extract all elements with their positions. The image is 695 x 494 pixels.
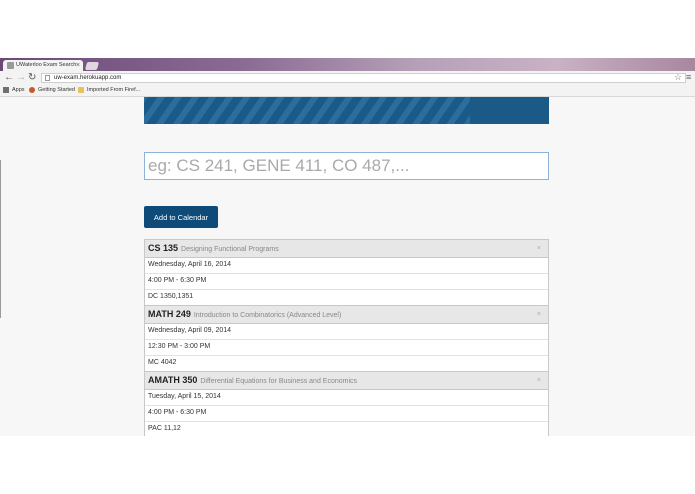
bookmarks-bar: Apps Getting Started Imported From Firef… [0,85,695,97]
exam-date: Wednesday, April 16, 2014 [145,258,548,274]
menu-icon[interactable]: ≡ [686,72,691,82]
bookmark-star-icon[interactable]: ☆ [674,72,682,83]
exam-time: 4:00 PM - 6:30 PM [145,406,548,422]
remove-exam-close-icon[interactable]: × [537,240,541,257]
remove-exam-close-icon[interactable]: × [537,372,541,389]
exam-location: PAC 11,12 [148,425,181,432]
bottom-blank [0,436,695,494]
bookmark-getting-started[interactable]: Getting Started [29,86,75,95]
exam-card: MATH 249 Introduction to Combinatorics (A… [144,305,549,372]
left-divider [0,160,1,318]
bookmark-apps-label: Apps [12,87,25,93]
browser-tab[interactable]: UWaterloo Exam Search × [3,60,83,71]
tab-favicon-icon [7,62,14,69]
remove-exam-close-icon[interactable]: × [537,306,541,323]
exam-card: AMATH 350 Differential Equations for Busi… [144,371,549,438]
exam-card-header: CS 135 Designing Functional Programs × [145,240,548,258]
firefox-icon [29,86,35,93]
forward-icon[interactable]: → [16,72,26,84]
course-code: CS 135 [148,243,179,253]
exam-card: CS 135 Designing Functional Programs × We… [144,239,549,306]
exam-location: DC 1350,1351 [148,293,194,300]
exam-location: MC 4042 [148,359,177,366]
apps-grid-icon [3,86,9,93]
address-url: uw-exam.herokuapp.com [54,75,122,81]
new-tab-button[interactable] [84,62,100,70]
bookmark-apps[interactable]: Apps [3,86,25,95]
header-banner-end [470,97,549,124]
tab-title: UWaterloo Exam Search [16,62,77,68]
exam-card-header: MATH 249 Introduction to Combinatorics (A… [145,306,548,324]
exam-date: Wednesday, April 09, 2014 [145,324,548,340]
exam-time: 4:00 PM - 6:30 PM [145,274,548,290]
course-title: Differential Equations for Business and … [200,378,358,385]
bookmark-getting-started-label: Getting Started [38,87,75,93]
address-bar[interactable]: uw-exam.herokuapp.com [41,73,686,83]
course-search-input[interactable] [144,152,549,180]
back-icon[interactable]: ← [4,72,14,84]
bookmark-imported-label: Imported From Firef... [87,87,141,93]
folder-icon [78,86,84,93]
course-code: MATH 249 [148,309,191,319]
course-code: AMATH 350 [148,375,198,385]
bookmark-imported[interactable]: Imported From Firef... [78,86,140,95]
exam-date: Tuesday, April 15, 2014 [145,390,548,406]
add-to-calendar-button[interactable]: Add to Calendar [144,206,218,228]
course-title: Introduction to Combinatorics (Advanced … [193,312,342,319]
tab-close-icon[interactable]: × [76,60,80,71]
exam-card-header: AMATH 350 Differential Equations for Busi… [145,372,548,390]
top-blank [0,0,695,58]
exam-time: 12:30 PM - 3:00 PM [145,340,548,356]
tab-bar [0,58,695,71]
course-title: Designing Functional Programs [181,246,279,253]
reload-icon[interactable]: ↻ [28,72,36,84]
page-icon [45,75,50,81]
